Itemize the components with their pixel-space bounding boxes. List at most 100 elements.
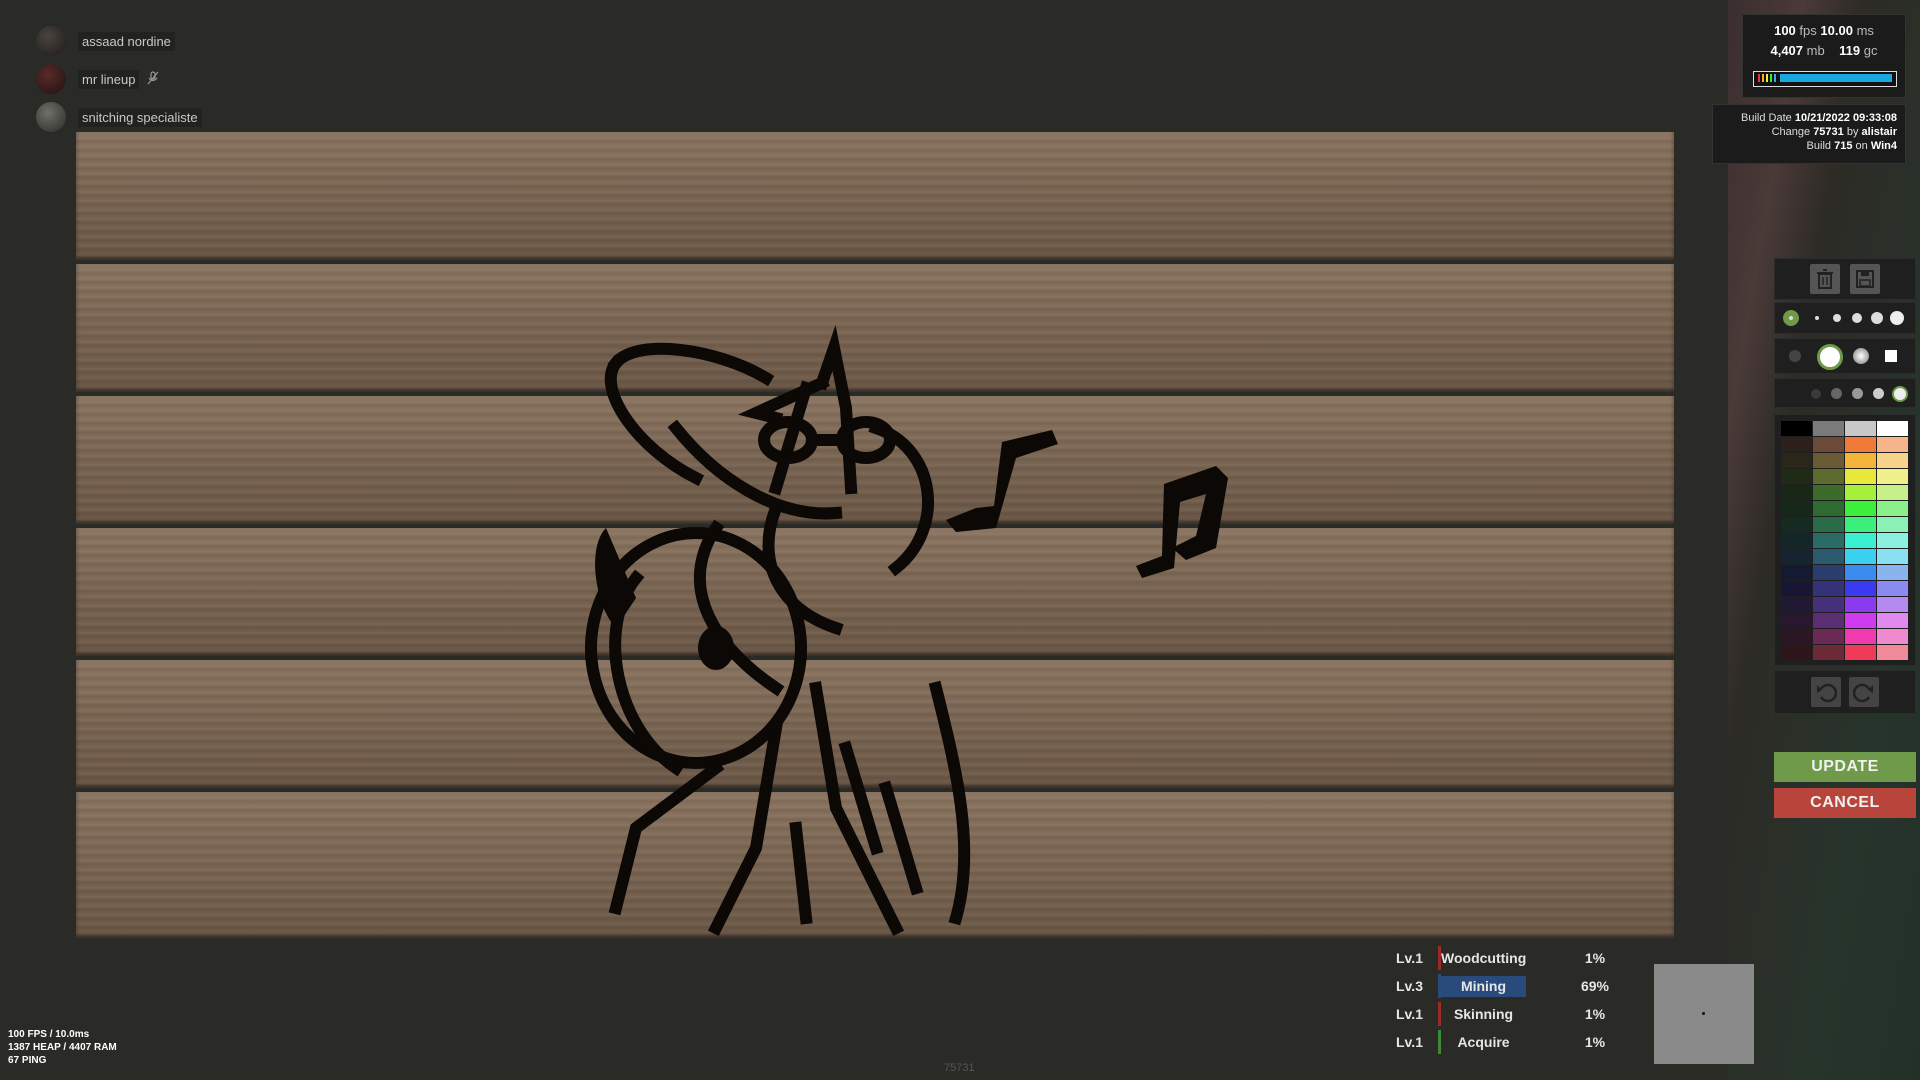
skill-name: Woodcutting: [1441, 950, 1527, 966]
brush-size-option[interactable]: [1815, 316, 1819, 320]
color-swatch[interactable]: [1813, 597, 1844, 612]
player-marker: [1702, 1012, 1705, 1015]
color-swatch[interactable]: [1781, 613, 1812, 628]
color-swatch[interactable]: [1845, 469, 1876, 484]
color-swatch[interactable]: [1845, 565, 1876, 580]
color-swatch[interactable]: [1813, 501, 1844, 516]
color-swatch[interactable]: [1781, 437, 1812, 452]
color-swatch[interactable]: [1813, 485, 1844, 500]
minimap[interactable]: [1654, 964, 1754, 1064]
color-swatch[interactable]: [1877, 613, 1908, 628]
color-swatch[interactable]: [1845, 629, 1876, 644]
color-swatch[interactable]: [1781, 453, 1812, 468]
build-label: Build: [1806, 140, 1832, 152]
color-swatch[interactable]: [1845, 437, 1876, 452]
color-swatch[interactable]: [1845, 533, 1876, 548]
brush-size-option[interactable]: [1833, 314, 1841, 322]
brush-shape-round[interactable]: [1817, 344, 1843, 370]
member-name: snitching specialiste: [78, 107, 202, 127]
color-swatch[interactable]: [1813, 613, 1844, 628]
color-swatch[interactable]: [1845, 485, 1876, 500]
paint-tools: [1774, 258, 1916, 300]
color-swatch[interactable]: [1877, 597, 1908, 612]
color-swatch[interactable]: [1877, 549, 1908, 564]
opacity-option-selected[interactable]: [1892, 386, 1908, 402]
color-swatch[interactable]: [1813, 437, 1844, 452]
color-swatch[interactable]: [1877, 453, 1908, 468]
color-swatch[interactable]: [1877, 421, 1908, 436]
color-swatch[interactable]: [1813, 453, 1844, 468]
update-button[interactable]: UPDATE: [1774, 752, 1916, 782]
color-swatch[interactable]: [1781, 581, 1812, 596]
sign-canvas[interactable]: [76, 128, 1674, 942]
color-swatch[interactable]: [1845, 645, 1876, 660]
color-swatch[interactable]: [1845, 501, 1876, 516]
redo-icon[interactable]: [1849, 677, 1879, 707]
brush-size-option[interactable]: [1890, 311, 1904, 325]
cancel-button[interactable]: CANCEL: [1774, 788, 1916, 818]
color-swatch[interactable]: [1845, 581, 1876, 596]
brush-size-option[interactable]: [1852, 313, 1862, 323]
mem-unit: mb: [1806, 43, 1825, 58]
brush-shape-square[interactable]: [1885, 350, 1897, 362]
color-swatch[interactable]: [1845, 453, 1876, 468]
color-swatch[interactable]: [1877, 533, 1908, 548]
color-swatch[interactable]: [1781, 597, 1812, 612]
opacity-picker: [1774, 378, 1916, 408]
color-swatch[interactable]: [1813, 469, 1844, 484]
color-swatch[interactable]: [1813, 533, 1844, 548]
skill-percent: 1%: [1584, 1006, 1606, 1022]
ms-unit: ms: [1856, 23, 1874, 38]
gc-value: 119: [1839, 43, 1861, 58]
color-swatch[interactable]: [1813, 629, 1844, 644]
color-swatch[interactable]: [1845, 549, 1876, 564]
save-icon[interactable]: [1850, 264, 1880, 294]
color-swatch[interactable]: [1781, 517, 1812, 532]
color-swatch[interactable]: [1813, 645, 1844, 660]
build-number: 715: [1834, 140, 1853, 152]
color-swatch[interactable]: [1877, 581, 1908, 596]
color-swatch[interactable]: [1877, 469, 1908, 484]
color-swatch[interactable]: [1781, 421, 1812, 436]
color-swatch[interactable]: [1781, 629, 1812, 644]
trash-icon[interactable]: [1810, 264, 1840, 294]
color-swatch[interactable]: [1781, 501, 1812, 516]
color-swatch[interactable]: [1781, 533, 1812, 548]
color-swatch[interactable]: [1877, 629, 1908, 644]
color-swatch[interactable]: [1813, 517, 1844, 532]
color-swatch[interactable]: [1781, 549, 1812, 564]
brush-shape-airbrush[interactable]: [1853, 348, 1869, 364]
color-swatch[interactable]: [1845, 421, 1876, 436]
color-swatch[interactable]: [1813, 565, 1844, 580]
color-swatch[interactable]: [1877, 485, 1908, 500]
skill-percent: 69%: [1580, 978, 1610, 994]
skill-row: Lv.3 Mining 69%: [1390, 974, 1630, 1000]
brush-shape-soft[interactable]: [1789, 350, 1801, 362]
skill-name: Skinning: [1453, 1006, 1514, 1022]
opacity-option[interactable]: [1873, 388, 1884, 399]
color-swatch[interactable]: [1813, 421, 1844, 436]
color-swatch[interactable]: [1877, 565, 1908, 580]
opacity-option[interactable]: [1831, 388, 1842, 399]
color-swatch[interactable]: [1781, 469, 1812, 484]
frame-time-bar: [1753, 71, 1897, 87]
color-swatch[interactable]: [1877, 501, 1908, 516]
color-swatch[interactable]: [1781, 645, 1812, 660]
color-swatch[interactable]: [1845, 517, 1876, 532]
undo-icon[interactable]: [1811, 677, 1841, 707]
opacity-option[interactable]: [1811, 389, 1821, 399]
history-controls: [1774, 670, 1916, 714]
color-swatch[interactable]: [1781, 485, 1812, 500]
opacity-option[interactable]: [1852, 388, 1863, 399]
color-swatch[interactable]: [1813, 581, 1844, 596]
brush-size-option[interactable]: [1871, 312, 1883, 324]
color-swatch[interactable]: [1845, 597, 1876, 612]
color-swatch[interactable]: [1877, 517, 1908, 532]
brush-size-picker: [1774, 302, 1916, 334]
color-swatch[interactable]: [1813, 549, 1844, 564]
color-swatch[interactable]: [1877, 437, 1908, 452]
on-label: on: [1855, 140, 1868, 152]
color-swatch[interactable]: [1877, 645, 1908, 660]
color-swatch[interactable]: [1781, 565, 1812, 580]
color-swatch[interactable]: [1845, 613, 1876, 628]
